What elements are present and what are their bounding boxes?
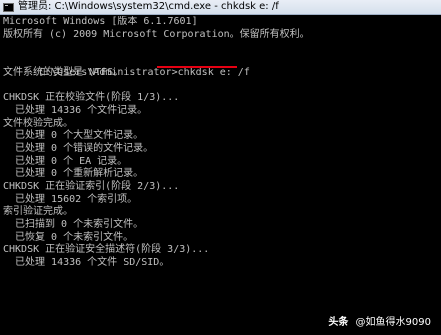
console-line: 已恢复 0 个未索引文件。 bbox=[3, 231, 134, 243]
watermark-handle: @如鱼得水9090 bbox=[355, 317, 431, 328]
command-line: C:\Users\Administrator>chkdsk e: /f bbox=[3, 54, 439, 78]
command-underline bbox=[157, 66, 237, 69]
console-output[interactable]: Microsoft Windows [版本 6.1.7601] 版权所有 (c)… bbox=[3, 16, 439, 335]
console-line: 已处理 15602 个索引项。 bbox=[3, 193, 138, 205]
console-line: 已处理 0 个 EA 记录。 bbox=[3, 155, 128, 167]
command-text: C:\Users\Administrator>chkdsk e: /f bbox=[39, 66, 250, 78]
console-line: 已处理 0 个大型文件记录。 bbox=[3, 130, 144, 142]
title-bar[interactable]: 管理员: C:\Windows\system32\cmd.exe - chkds… bbox=[0, 0, 441, 15]
console-line: 已处理 14336 个文件记录。 bbox=[3, 104, 148, 116]
cmd-icon[interactable] bbox=[3, 2, 14, 12]
watermark: 头条 @如鱼得水9090 bbox=[328, 313, 431, 328]
console-line: 已扫描到 0 个未索引文件。 bbox=[3, 219, 144, 230]
console-line: CHKDSK 正在验证安全描述符(阶段 3/3)... bbox=[3, 244, 210, 256]
console-line: 索引验证完成。 bbox=[3, 206, 73, 218]
console-line: Microsoft Windows [版本 6.1.7601] bbox=[3, 16, 198, 27]
cmd-window: 管理员: C:\Windows\system32\cmd.exe - chkds… bbox=[0, 0, 441, 335]
console-line: 已处理 0 个错误的文件记录。 bbox=[3, 142, 154, 154]
watermark-brand: 头条 bbox=[328, 317, 349, 328]
console-line: 文件校验完成。 bbox=[3, 117, 73, 129]
console-line: CHKDSK 正在校验文件(阶段 1/3)... bbox=[3, 92, 180, 104]
console-line: 版权所有 (c) 2009 Microsoft Corporation。保留所有… bbox=[3, 28, 310, 40]
console-line: 已处理 0 个重新解析记录。 bbox=[3, 168, 144, 180]
window-title: 管理员: C:\Windows\system32\cmd.exe - chkds… bbox=[18, 1, 279, 12]
console-line: 已处理 14336 个文件 SD/SID。 bbox=[3, 257, 170, 269]
console-line: CHKDSK 正在验证索引(阶段 2/3)... bbox=[3, 180, 180, 192]
